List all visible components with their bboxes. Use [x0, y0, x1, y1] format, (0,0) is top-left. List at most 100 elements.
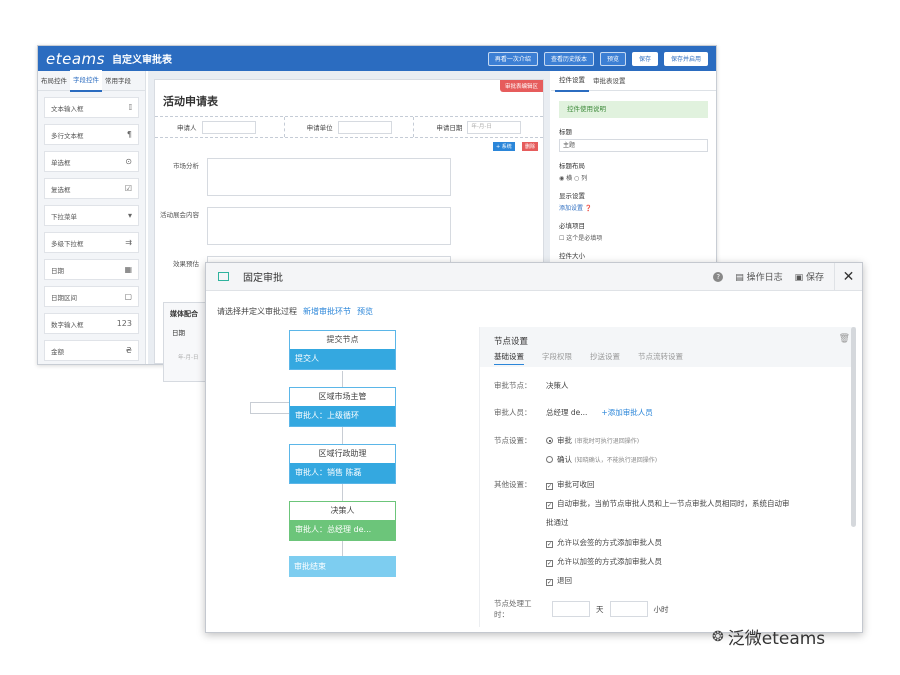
required-checkbox[interactable]: ☐ 这个是必填项	[559, 233, 716, 242]
flow-node-regional-manager[interactable]: 区域市场主管 审批人：上级循环	[289, 387, 396, 427]
approver-value: 总经理 de...	[546, 408, 588, 417]
tab-field-permission[interactable]: 字段权限	[542, 351, 572, 365]
add-field-chip[interactable]: + 系统	[493, 142, 515, 151]
event-content-textarea[interactable]	[207, 207, 451, 245]
tab-control-settings[interactable]: 控件设置	[555, 70, 589, 92]
days-input[interactable]	[552, 601, 590, 617]
flow-node-end[interactable]: 审批结束	[289, 556, 396, 577]
log-button[interactable]: ▤ 操作日志	[735, 270, 782, 283]
days-unit: 天	[596, 604, 604, 614]
add-approver-link[interactable]: +添加审批人员	[601, 407, 652, 418]
app-title: 自定义审批表	[111, 55, 172, 66]
palette-control-item[interactable]: 金额 ₴	[44, 340, 139, 361]
control-usage-note[interactable]: 控件使用说明	[559, 101, 708, 118]
tab-flow-settings[interactable]: 节点流转设置	[638, 351, 683, 365]
tab-cc-settings[interactable]: 抄送设置	[590, 351, 620, 365]
node-key: 审批节点：	[494, 381, 532, 390]
event-content-label: 活动展会内容	[160, 211, 199, 219]
history-version-button[interactable]: 查看历史版本	[543, 51, 594, 66]
scrollbar[interactable]	[851, 327, 856, 527]
title-setting-label: 标题	[559, 128, 572, 136]
tab-field-controls[interactable]: 字段控件	[70, 69, 102, 92]
control-palette: 布局控件 字段控件 常用字段 文本输入框 𝕀 多行文本框 ¶ 单选框 ⊙ 复选框 ☑ 下拉菜单 ▾…	[38, 69, 146, 364]
dialog-save-button[interactable]: ▣ 保存	[795, 270, 824, 283]
countersign-checkbox[interactable]: ✓ 允许以会签的方式添加审批人员	[546, 537, 662, 548]
flow-node-submit[interactable]: 提交节点 提交人	[289, 330, 396, 370]
palette-control-icon: 123	[116, 319, 132, 328]
palette-control-label: 日期区间	[51, 293, 77, 302]
palette-control-icon: ▦	[124, 265, 132, 274]
form-title: 活动申请表	[163, 95, 218, 108]
palette-control-label: 多行文本框	[51, 131, 84, 140]
flow-node-approver: 审批人：销售 陈磊	[290, 463, 395, 483]
hours-input[interactable]	[609, 601, 648, 617]
required-label: 必填项目	[559, 222, 585, 230]
instruction-text: 请选择并定义审批过程	[217, 307, 297, 316]
palette-control-item[interactable]: 文本输入框 𝕀	[44, 97, 139, 118]
tab-form-settings[interactable]: 审批表设置	[589, 71, 630, 91]
save-enable-button[interactable]: 保存并启用	[663, 51, 708, 66]
confirm-radio[interactable]: 确认 (知晓确认，不能执行退回操作)	[546, 454, 657, 465]
palette-control-item[interactable]: 日期 ▦	[44, 259, 139, 280]
tab-basic-settings[interactable]: 基础设置	[494, 351, 524, 365]
title-layout-options[interactable]: ◉ 横 ○ 列	[559, 173, 716, 182]
header-field-row: 申请人 申请单位 申请日期 年-月-日	[155, 116, 543, 138]
add-step-link[interactable]: 新增审批环节	[303, 306, 351, 317]
save-icon: ▣	[794, 273, 806, 283]
palette-control-label: 金额	[51, 347, 64, 356]
flow-node-decision-maker[interactable]: 决策人 审批人：总经理 de...	[289, 501, 396, 541]
instruction-bar: 请选择并定义审批过程 新增审批环节 预览	[217, 306, 373, 317]
palette-control-item[interactable]: 日期区间 ▢	[44, 286, 139, 307]
palette-control-item[interactable]: 多行文本框 ¶	[44, 124, 139, 145]
delete-field-chip[interactable]: 删除	[522, 142, 539, 151]
market-analysis-textarea[interactable]	[207, 158, 451, 196]
palette-control-label: 文本输入框	[51, 104, 84, 113]
apply-date-label: 申请日期	[436, 124, 463, 132]
save-button[interactable]: 保存	[631, 51, 658, 66]
dialog-header: 固定审批 ? ▤ 操作日志 ▣ 保存 ✕	[206, 263, 862, 291]
applicant-input[interactable]	[201, 120, 256, 134]
department-input[interactable]	[337, 120, 392, 134]
display-setting-link[interactable]: 添加设置 ❓	[559, 203, 716, 212]
addsign-checkbox[interactable]: ✓ 允许以加签的方式添加审批人员	[546, 556, 662, 567]
palette-control-label: 单选框	[51, 158, 71, 167]
help-icon[interactable]: ?	[713, 271, 724, 282]
palette-control-icon: ¶	[126, 130, 132, 139]
preview-link[interactable]: 预览	[357, 306, 373, 317]
top-bar: eteams 自定义审批表 再看一次介绍 查看历史版本 预览 保存 保存并启用	[38, 46, 716, 71]
tab-layout-controls[interactable]: 布局控件	[38, 71, 70, 91]
palette-control-item[interactable]: 单选框 ⊙	[44, 151, 139, 172]
flow-node-admin-assistant[interactable]: 区域行政助理 审批人：销售 陈磊	[289, 444, 396, 484]
flow-node-title: 决策人	[330, 506, 355, 515]
node-settings-title: 节点设置	[494, 337, 529, 347]
applicant-label: 申请人	[177, 124, 197, 132]
display-setting-label: 显示设置	[559, 192, 585, 200]
apply-date-input[interactable]: 年-月-日	[467, 120, 522, 134]
flow-node-approver: 审批人：上级循环	[290, 406, 395, 426]
dialog-save-label: 保存	[805, 273, 824, 283]
preview-button[interactable]: 预览	[599, 51, 626, 66]
palette-control-icon: ⊙	[125, 157, 132, 166]
palette-control-item[interactable]: 多级下拉框 ⇉	[44, 232, 139, 253]
log-label: 操作日志	[746, 273, 783, 283]
palette-control-item[interactable]: 数字输入框 123	[44, 313, 139, 334]
palette-control-icon: ☑	[124, 184, 132, 193]
flow-node-approver: 提交人	[290, 349, 395, 369]
approver-key: 审批人员：	[494, 408, 532, 417]
palette-control-item[interactable]: 复选框 ☑	[44, 178, 139, 199]
palette-control-icon: ⇉	[125, 238, 132, 247]
revocable-checkbox[interactable]: ✓ 审批可收回	[546, 479, 595, 490]
palette-control-label: 下拉菜单	[51, 212, 77, 221]
tab-common-fields[interactable]: 常用字段	[102, 71, 134, 91]
title-setting-input[interactable]: 主题	[559, 139, 708, 152]
return-checkbox[interactable]: ✓ 退回	[546, 575, 572, 586]
edit-area-tag: 审批表编辑区	[499, 80, 543, 92]
close-icon[interactable]: ✕	[834, 263, 862, 290]
auto-approve-checkbox[interactable]: ✓ 自动审批，当前节点审批人员和上一节点审批人员相同时，系统自动审	[546, 498, 790, 509]
palette-control-item[interactable]: 下拉菜单 ▾	[44, 205, 139, 226]
approve-radio[interactable]: 审批 (审批时可执行退回操作)	[546, 435, 639, 446]
node-value: 决策人	[546, 381, 569, 390]
intro-again-button[interactable]: 再看一次介绍	[487, 51, 538, 66]
trash-icon[interactable]: 🗑	[839, 334, 850, 344]
palette-control-label: 数字输入框	[51, 320, 84, 329]
